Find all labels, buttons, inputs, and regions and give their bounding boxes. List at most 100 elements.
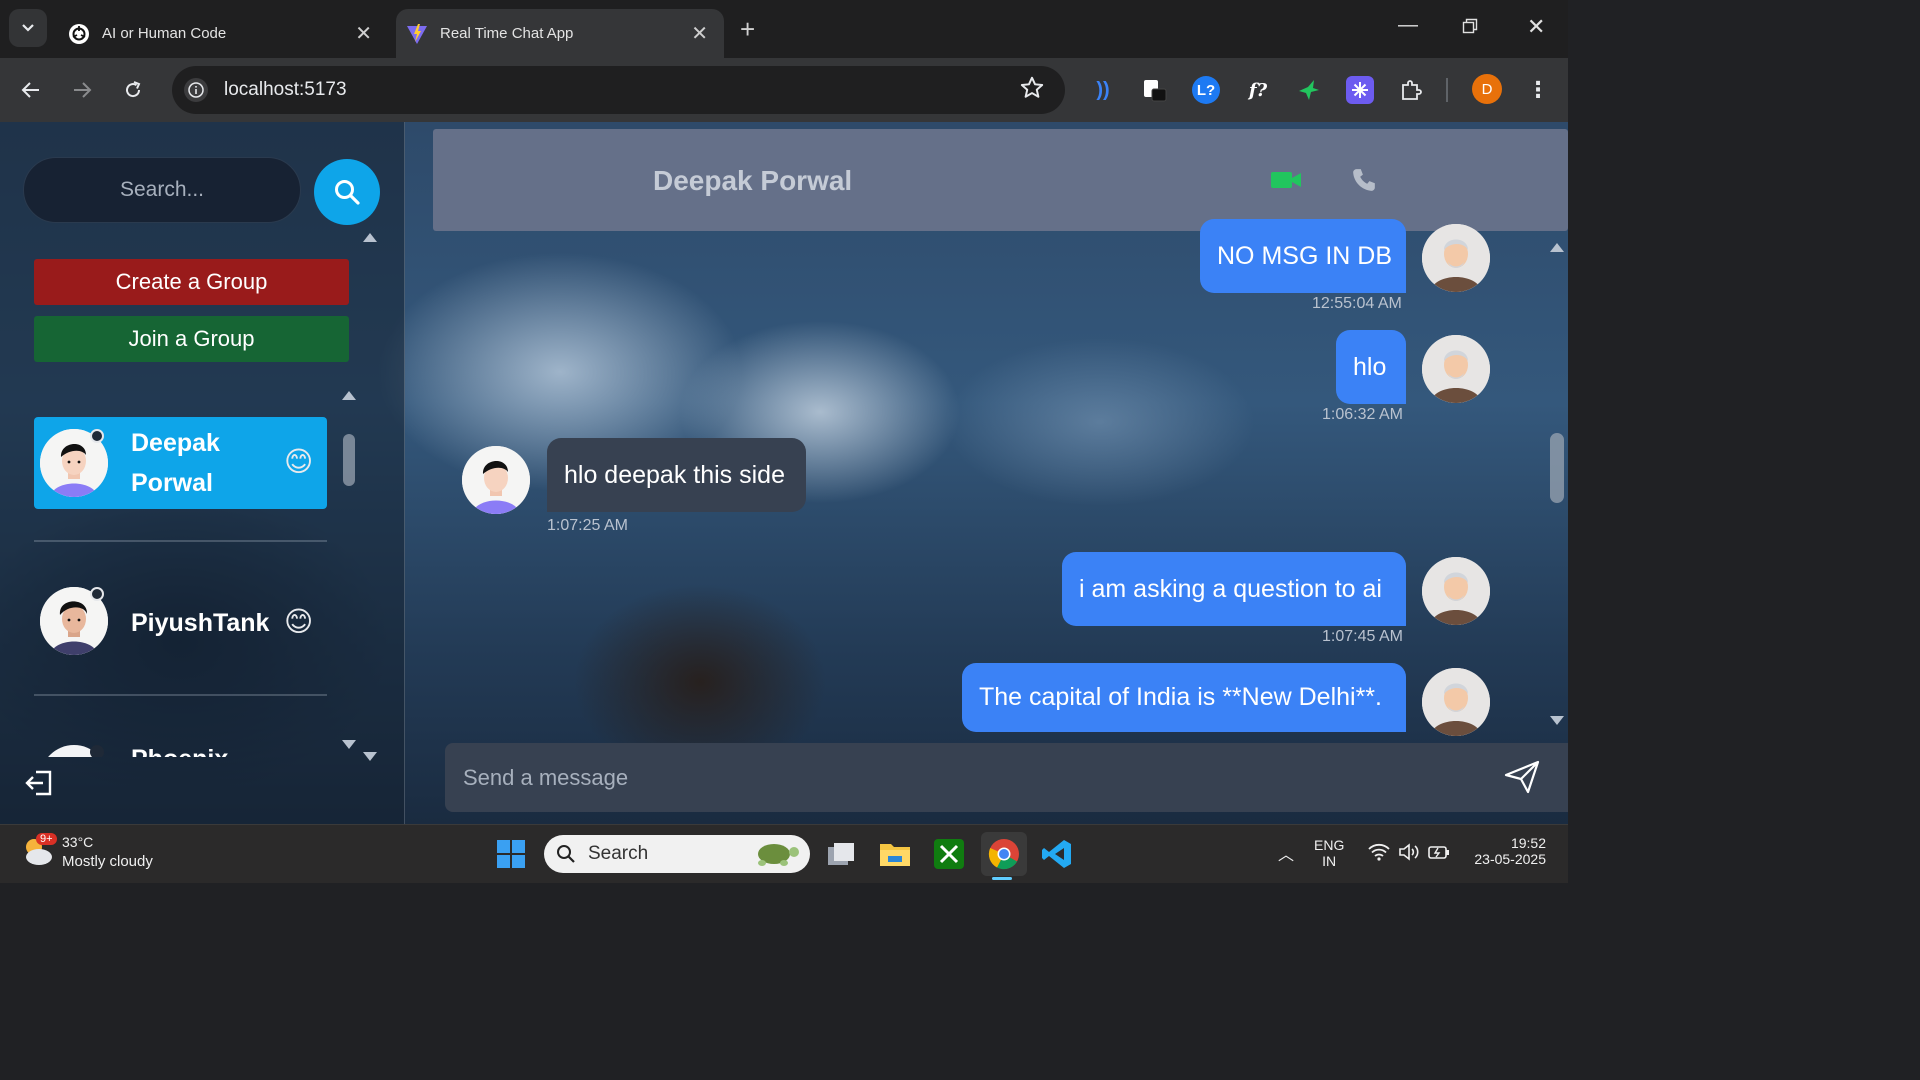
scroll-down-icon[interactable] [363, 752, 377, 761]
pip-icon[interactable] [1141, 76, 1169, 104]
chrome-button[interactable] [981, 832, 1027, 876]
phone-call-icon[interactable] [1351, 167, 1377, 198]
message-bubble-sent: The capital of India is **New Delhi**. [962, 663, 1406, 732]
windows-taskbar: 9+ 33°C Mostly cloudy Search ︿ ENG IN 19 [0, 824, 1568, 883]
conversation-name-line2: Porwal [131, 469, 213, 497]
tab-ai-or-human-code[interactable]: AI or Human Code ✕ [58, 9, 388, 58]
restore-icon [1462, 18, 1478, 34]
vscode-icon [1042, 840, 1071, 868]
divider [34, 540, 327, 542]
message-input[interactable]: Send a message [445, 743, 1568, 812]
search-icon [335, 180, 360, 205]
message-text: hlo deepak this side [564, 460, 785, 489]
message-bubble-sent: i am asking a question to ai [1062, 552, 1406, 626]
smiley-icon: 😊 [284, 446, 314, 477]
conversation-item-phoenix[interactable]: Phoenix [34, 737, 327, 757]
search-button[interactable] [314, 159, 380, 225]
chat-header: Deepak Porwal [433, 129, 1568, 231]
conversation-scroll-up-icon[interactable] [342, 391, 356, 400]
create-group-button[interactable]: Create a Group [34, 259, 349, 305]
taskbar-search[interactable]: Search [544, 835, 810, 873]
ai-sparkle-icon[interactable] [1346, 76, 1374, 104]
active-app-indicator [992, 877, 1012, 880]
conversation-name: Phoenix [131, 745, 228, 757]
chat-scroll-up-icon[interactable] [1550, 243, 1564, 252]
search-label: Search [588, 843, 649, 864]
language-indicator[interactable]: ENG IN [1314, 837, 1344, 869]
minimize-window-button[interactable]: — [1398, 14, 1418, 37]
avatar [462, 446, 530, 514]
send-icon [1504, 760, 1540, 794]
search-input[interactable]: Search... [23, 157, 301, 223]
weather-condition: Mostly cloudy [62, 853, 153, 870]
chat-scroll-down-icon[interactable] [1550, 716, 1564, 725]
address-bar[interactable]: localhost:5173 [172, 66, 1065, 114]
conversation-item-piyushtank[interactable]: PiyushTank 😊 [34, 577, 327, 669]
reload-icon [126, 81, 141, 98]
new-tab-button[interactable]: + [740, 14, 755, 45]
close-tab-icon[interactable]: ✕ [691, 21, 708, 46]
vscode-button[interactable] [1039, 836, 1075, 872]
forward-button[interactable] [66, 74, 98, 106]
tab-title: AI or Human Code [102, 25, 227, 42]
wifi-icon[interactable] [1368, 843, 1390, 866]
logout-icon [25, 770, 52, 796]
divider [34, 694, 327, 696]
profile-avatar[interactable]: D [1472, 74, 1502, 104]
browser-menu-icon[interactable]: ⋮ [1524, 76, 1552, 104]
close-window-button[interactable]: ✕ [1527, 14, 1545, 40]
message-text: hlo [1353, 352, 1387, 381]
bird-icon[interactable] [1295, 76, 1323, 104]
search-icon [557, 845, 575, 863]
conversation-scrollbar[interactable] [343, 434, 355, 486]
file-explorer-button[interactable] [877, 836, 913, 872]
back-button[interactable] [15, 74, 47, 106]
start-button[interactable] [493, 836, 529, 872]
chat-app-page: Search... Create a Group Join a Group De… [0, 122, 1568, 824]
message-text: NO MSG IN DB [1217, 241, 1393, 270]
language-code: ENG [1314, 837, 1345, 853]
chevron-down-icon [22, 24, 34, 32]
volume-icon[interactable] [1398, 843, 1420, 866]
openai-icon [68, 23, 90, 45]
online-status-dot [90, 745, 104, 757]
l-question-icon[interactable]: L? [1192, 76, 1220, 104]
scroll-up-icon[interactable] [363, 233, 377, 242]
restore-window-button[interactable] [1462, 17, 1478, 40]
windows-logo-icon [497, 840, 525, 868]
message-text: i am asking a question to ai [1079, 574, 1382, 603]
smiley-icon: 😊 [284, 606, 314, 637]
bookmark-star-icon[interactable] [1019, 75, 1045, 106]
conversation-item-deepak-porwal[interactable]: Deepak Porwal 😊 [34, 417, 327, 509]
message-time: 1:07:25 AM [547, 517, 628, 534]
weather-widget[interactable]: 9+ 33°C Mostly cloudy [20, 833, 153, 874]
task-view-button[interactable] [823, 836, 859, 872]
tab-real-time-chat-app[interactable]: Real Time Chat App ✕ [396, 9, 724, 58]
wifi-signal-icon[interactable]: )) [1089, 76, 1117, 104]
video-call-icon[interactable] [1270, 169, 1302, 196]
send-button[interactable] [1503, 759, 1541, 800]
clock[interactable]: 19:52 23-05-2025 [1466, 835, 1546, 867]
message-time: 1:06:32 AM [1322, 406, 1403, 423]
region-code: IN [1322, 853, 1337, 869]
tab-title: Real Time Chat App [440, 25, 574, 42]
join-group-button[interactable]: Join a Group [34, 316, 349, 362]
site-info-icon[interactable] [184, 78, 208, 102]
turtle-icon [758, 844, 799, 866]
logout-button[interactable] [24, 767, 56, 799]
chat-scrollbar[interactable] [1550, 433, 1564, 503]
message-bubble-received: hlo deepak this side [547, 438, 806, 512]
url-text: localhost:5173 [224, 79, 347, 100]
battery-icon[interactable] [1428, 843, 1450, 866]
message-time: 1:07:45 AM [1322, 628, 1403, 645]
reload-button[interactable] [117, 74, 149, 106]
xbox-button[interactable] [931, 836, 967, 872]
f-question-icon[interactable]: f? [1244, 76, 1272, 104]
show-hidden-icons-button[interactable]: ︿ [1278, 841, 1294, 865]
clock-time: 19:52 [1510, 835, 1546, 851]
notification-badge: 9+ [36, 833, 57, 845]
conversation-scroll-down-icon[interactable] [342, 740, 356, 749]
puzzle-icon[interactable] [1397, 76, 1425, 104]
close-tab-icon[interactable]: ✕ [355, 21, 372, 46]
tab-search-button[interactable] [9, 9, 47, 47]
